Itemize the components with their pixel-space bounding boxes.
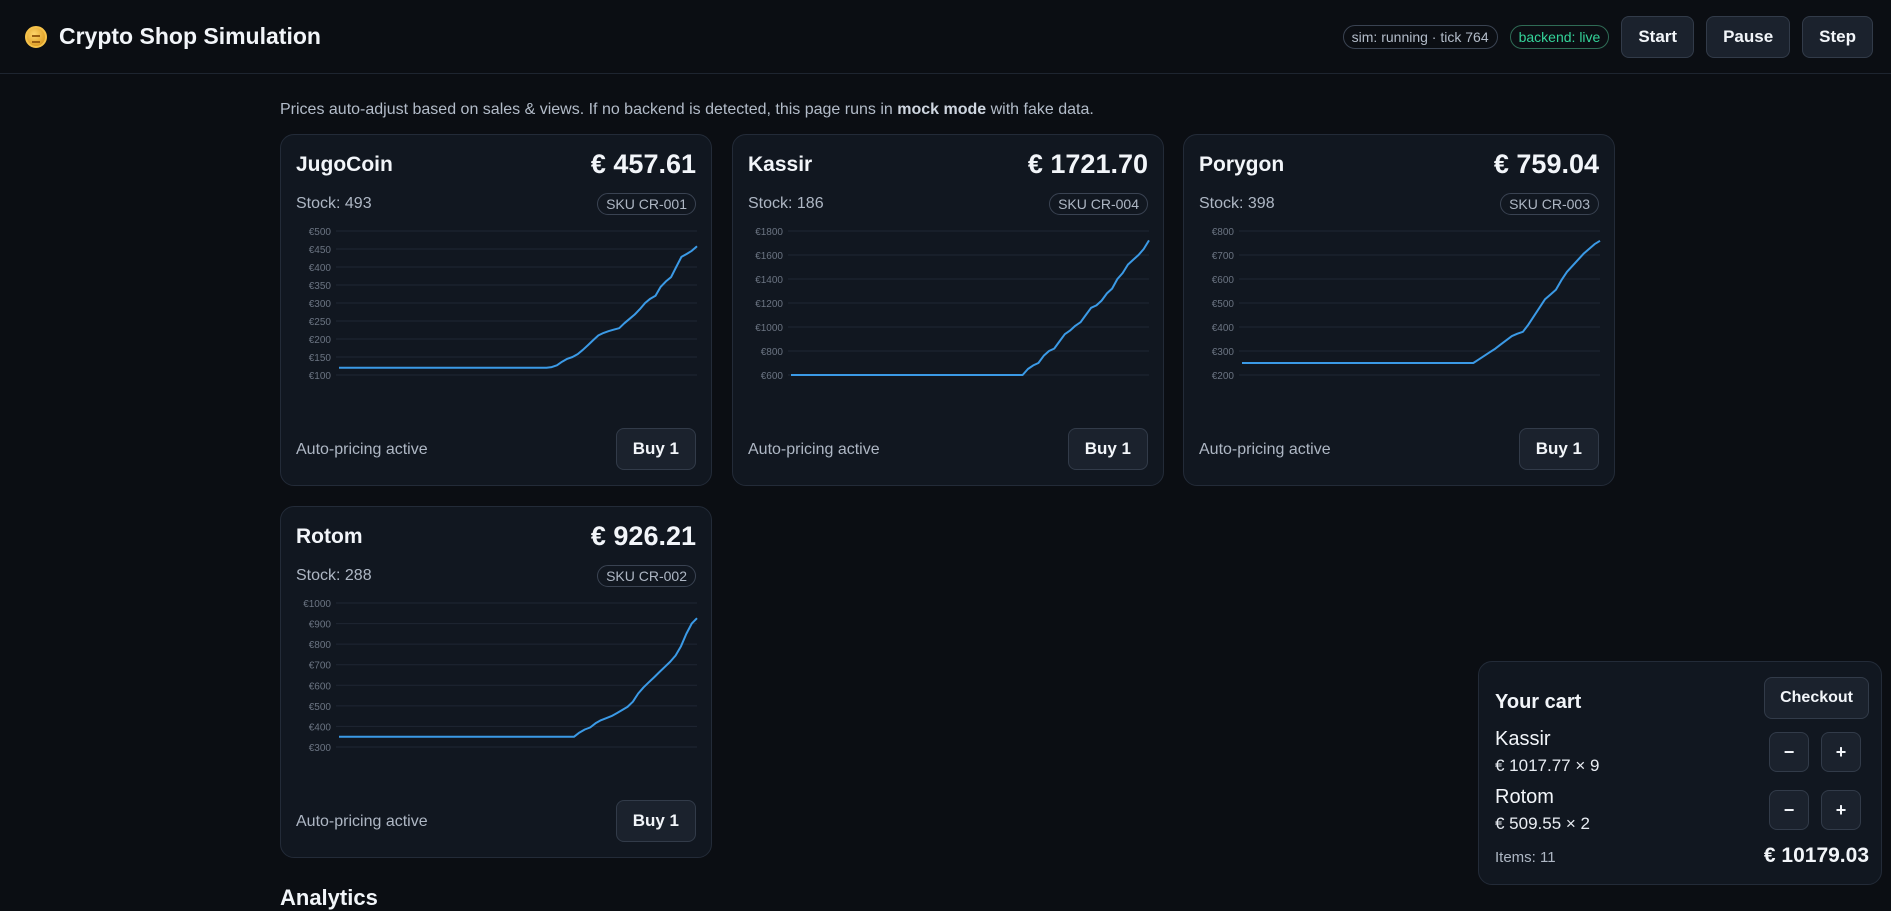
- start-button[interactable]: Start: [1621, 15, 1695, 58]
- y-tick-label: €400: [1212, 323, 1235, 334]
- product-sku-badge: SKU CR-003: [1500, 193, 1599, 215]
- y-tick-label: €300: [1212, 347, 1235, 358]
- price-chart: €200 €300 €400 €500 €600 €700 €800: [1212, 227, 1601, 382]
- product-card: Porygon € 759.04 Stock: 398 SKU CR-003 €…: [1183, 134, 1615, 486]
- y-tick-label: €1200: [755, 299, 783, 310]
- auto-pricing-label: Auto-pricing active: [748, 441, 880, 458]
- price-chart: €300 €400 €500 €600 €700 €800 €900 €1000: [303, 599, 698, 754]
- y-tick-label: €700: [309, 661, 332, 672]
- backend-status-badge: backend: live: [1509, 24, 1610, 49]
- analytics-heading: Analytics: [280, 885, 378, 910]
- app-title: Crypto Shop Simulation: [59, 23, 321, 49]
- cart-item-name: Rotom: [1495, 786, 1554, 808]
- decrease-qty-button[interactable]: −: [1769, 790, 1809, 830]
- product-card: Kassir € 1721.70 Stock: 186 SKU CR-004 €…: [732, 134, 1164, 486]
- y-tick-label: €600: [309, 681, 332, 692]
- info-note-text: Prices auto-adjust based on sales & view…: [280, 101, 898, 118]
- product-sku-badge: SKU CR-004: [1049, 193, 1148, 215]
- product-stock: Stock: 398: [1199, 195, 1275, 212]
- cart-items-count: Items: 11: [1495, 849, 1556, 866]
- info-note: Prices auto-adjust based on sales & view…: [280, 101, 1094, 119]
- y-tick-label: €1800: [755, 227, 783, 238]
- auto-pricing-label: Auto-pricing active: [1199, 441, 1331, 458]
- product-name: JugoCoin: [296, 153, 393, 176]
- checkout-button[interactable]: Checkout: [1764, 677, 1869, 719]
- product-card: JugoCoin € 457.61 Stock: 493 SKU CR-001 …: [280, 134, 712, 486]
- y-tick-label: €1000: [303, 599, 331, 610]
- product-stock: Stock: 288: [296, 567, 372, 584]
- y-tick-label: €500: [309, 702, 332, 713]
- y-tick-label: €300: [309, 299, 332, 310]
- app-header: Crypto Shop Simulation sim: running · ti…: [0, 0, 1891, 74]
- product-sku-badge: SKU CR-002: [597, 565, 696, 587]
- y-tick-label: €600: [1212, 275, 1235, 286]
- y-tick-label: €400: [309, 722, 332, 733]
- header-controls: sim: running · tick 764 backend: live St…: [1342, 15, 1873, 58]
- price-series-line: [339, 245, 698, 369]
- y-tick-label: €300: [309, 743, 332, 754]
- mock-mode-text: mock mode: [897, 101, 987, 118]
- product-card: Rotom € 926.21 Stock: 288 SKU CR-002 €30…: [280, 506, 712, 858]
- y-tick-label: €400: [309, 263, 332, 274]
- y-tick-label: €500: [1212, 299, 1235, 310]
- price-chart: €100 €150 €200 €250 €300 €350 €400 €450 €500: [309, 227, 698, 382]
- price-series-line: [791, 239, 1150, 376]
- increase-qty-button[interactable]: +: [1821, 732, 1861, 772]
- y-tick-label: €600: [761, 371, 784, 382]
- price-series-line: [339, 617, 698, 738]
- y-tick-label: €150: [309, 353, 332, 364]
- product-name: Rotom: [296, 525, 363, 548]
- auto-pricing-label: Auto-pricing active: [296, 441, 428, 458]
- y-tick-label: €200: [309, 335, 332, 346]
- product-sku-badge: SKU CR-001: [597, 193, 696, 215]
- y-tick-label: €1400: [755, 275, 783, 286]
- buy-button[interactable]: Buy 1: [1067, 428, 1148, 470]
- y-tick-label: €450: [309, 245, 332, 256]
- cart-panel: Your cart Checkout Kassir € 1017.77 × 9 …: [1478, 661, 1882, 885]
- increase-qty-button[interactable]: +: [1821, 790, 1861, 830]
- y-tick-label: €100: [309, 371, 332, 382]
- price-chart: €600 €800 €1000 €1200 €1400 €1600 €1800: [755, 227, 1150, 382]
- product-price: € 926.21: [590, 521, 696, 551]
- y-tick-label: €700: [1212, 251, 1235, 262]
- auto-pricing-label: Auto-pricing active: [296, 813, 428, 830]
- product-stock: Stock: 186: [748, 195, 824, 212]
- y-tick-label: €900: [309, 620, 332, 631]
- product-name: Porygon: [1199, 153, 1285, 176]
- product-price: € 759.04: [1493, 149, 1599, 179]
- sim-status-badge: sim: running · tick 764: [1342, 24, 1498, 49]
- cart-total: € 10179.03: [1763, 844, 1869, 867]
- y-tick-label: €800: [309, 640, 332, 651]
- y-tick-label: €800: [761, 347, 784, 358]
- price-series-line: [1242, 239, 1601, 364]
- buy-button[interactable]: Buy 1: [615, 800, 696, 842]
- product-name: Kassir: [748, 153, 813, 176]
- product-price: € 457.61: [590, 149, 696, 179]
- y-tick-label: €200: [1212, 371, 1235, 382]
- product-stock: Stock: 493: [296, 195, 372, 212]
- y-tick-label: €1000: [755, 323, 783, 334]
- y-tick-label: €250: [309, 317, 332, 328]
- product-price: € 1721.70: [1027, 149, 1148, 179]
- buy-button[interactable]: Buy 1: [1518, 428, 1599, 470]
- cart-title: Your cart: [1495, 691, 1582, 713]
- y-tick-label: €500: [309, 227, 332, 238]
- buy-button[interactable]: Buy 1: [615, 428, 696, 470]
- info-note-end: with fake data.: [986, 101, 1094, 118]
- decrease-qty-button[interactable]: −: [1769, 732, 1809, 772]
- y-tick-label: €350: [309, 281, 332, 292]
- pause-button[interactable]: Pause: [1706, 15, 1791, 58]
- cart-item-detail: € 509.55 × 2: [1495, 814, 1591, 833]
- y-tick-label: €800: [1212, 227, 1235, 238]
- cart-item-name: Kassir: [1495, 728, 1551, 750]
- coin-icon: [25, 25, 47, 48]
- step-button[interactable]: Step: [1802, 15, 1873, 58]
- y-tick-label: €1600: [755, 251, 783, 262]
- cart-item-detail: € 1017.77 × 9: [1495, 756, 1600, 775]
